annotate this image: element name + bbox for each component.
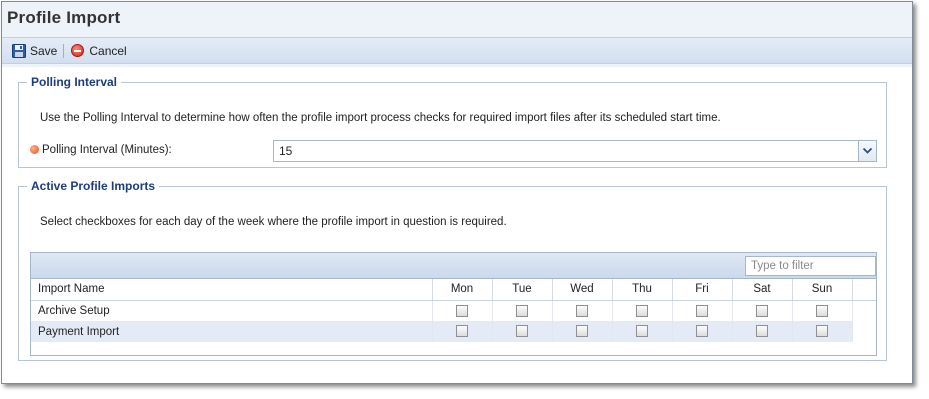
checkbox-sat[interactable] <box>756 304 768 317</box>
day-cell-fri <box>672 300 733 321</box>
cancel-circle-icon <box>71 44 85 57</box>
day-cell-thu <box>612 321 673 342</box>
required-dot-icon <box>30 145 39 154</box>
checkbox-sun[interactable] <box>816 304 828 317</box>
profile-import-window: Profile Import Save Cancel Polling Inter… <box>1 1 913 384</box>
content-area: Polling Interval Use the Polling Interva… <box>2 67 912 383</box>
title-bar: Profile Import <box>2 2 912 34</box>
polling-interval-value: 15 <box>279 144 293 158</box>
column-header-spacer <box>852 279 876 301</box>
day-cell-sat <box>732 321 793 342</box>
cancel-button[interactable]: Cancel <box>71 43 127 58</box>
day-cell-tue <box>492 300 553 321</box>
toolbar: Save Cancel <box>2 37 912 64</box>
column-header-import-name[interactable]: Import Name <box>31 279 433 301</box>
checkbox-mon[interactable] <box>456 304 468 317</box>
save-button-label: Save <box>30 43 58 58</box>
row-spacer <box>852 321 876 342</box>
column-header-fri[interactable]: Fri <box>672 279 733 301</box>
column-header-sat[interactable]: Sat <box>732 279 793 301</box>
checkbox-mon[interactable] <box>456 325 468 338</box>
imports-grid: Import Name Mon Tue Wed Thu Fri Sat Sun … <box>30 252 877 356</box>
table-header-row: Import Name Mon Tue Wed Thu Fri Sat Sun <box>31 279 876 301</box>
page-title: Profile Import <box>7 8 121 27</box>
table-row: Payment Import <box>31 321 876 342</box>
column-header-thu[interactable]: Thu <box>612 279 673 301</box>
day-cell-mon <box>432 300 493 321</box>
active-profile-imports-section: Active Profile Imports Select checkboxes… <box>18 179 887 361</box>
day-cell-thu <box>612 300 673 321</box>
checkbox-tue[interactable] <box>516 325 528 338</box>
column-header-sun[interactable]: Sun <box>792 279 853 301</box>
import-name-cell: Payment Import <box>31 321 433 342</box>
polling-interval-section: Polling Interval Use the Polling Interva… <box>18 75 887 168</box>
day-cell-sun <box>792 321 853 342</box>
imports-table-body: Archive Setup Payment Import <box>31 300 876 342</box>
column-header-wed[interactable]: Wed <box>552 279 613 301</box>
checkbox-wed[interactable] <box>576 325 588 338</box>
table-row: Archive Setup <box>31 300 876 321</box>
day-cell-wed <box>552 321 613 342</box>
filter-input[interactable] <box>745 256 876 276</box>
active-profile-imports-description: Select checkboxes for each day of the we… <box>40 216 507 228</box>
checkbox-fri[interactable] <box>696 325 708 338</box>
floppy-disk-icon <box>12 43 26 58</box>
polling-interval-label-row: Polling Interval (Minutes): <box>30 144 172 156</box>
grid-filter-bar <box>31 253 876 279</box>
day-cell-sat <box>732 300 793 321</box>
polling-interval-description: Use the Polling Interval to determine ho… <box>40 112 721 124</box>
polling-interval-select[interactable]: 15 <box>273 140 877 162</box>
day-cell-mon <box>432 321 493 342</box>
column-header-mon[interactable]: Mon <box>432 279 493 301</box>
checkbox-fri[interactable] <box>696 304 708 317</box>
save-button[interactable]: Save <box>12 43 58 58</box>
checkbox-sat[interactable] <box>756 325 768 338</box>
toolbar-separator <box>63 43 65 58</box>
day-cell-sun <box>792 300 853 321</box>
row-spacer <box>852 300 876 321</box>
active-profile-imports-legend: Active Profile Imports <box>31 179 156 193</box>
column-header-tue[interactable]: Tue <box>492 279 553 301</box>
import-name-cell: Archive Setup <box>31 300 433 321</box>
checkbox-thu[interactable] <box>636 304 648 317</box>
chevron-down-icon <box>863 148 872 154</box>
polling-interval-dropdown-button[interactable] <box>858 141 876 161</box>
checkbox-thu[interactable] <box>636 325 648 338</box>
checkbox-sun[interactable] <box>816 325 828 338</box>
polling-interval-label: Polling Interval (Minutes): <box>42 144 172 156</box>
polling-interval-legend: Polling Interval <box>31 75 118 89</box>
day-cell-tue <box>492 321 553 342</box>
day-cell-fri <box>672 321 733 342</box>
cancel-button-label: Cancel <box>89 43 127 58</box>
day-cell-wed <box>552 300 613 321</box>
imports-table: Import Name Mon Tue Wed Thu Fri Sat Sun … <box>31 279 876 342</box>
checkbox-tue[interactable] <box>516 304 528 317</box>
checkbox-wed[interactable] <box>576 304 588 317</box>
